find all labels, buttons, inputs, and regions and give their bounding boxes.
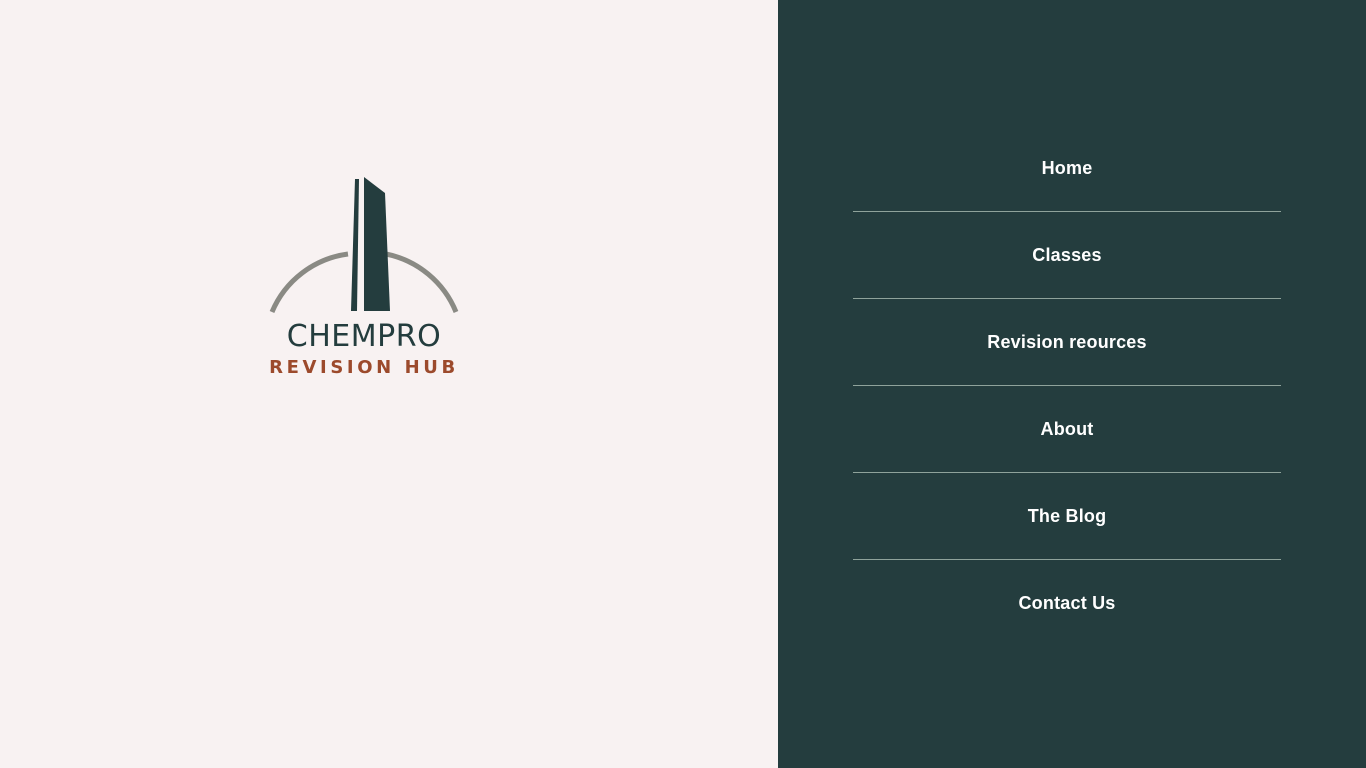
nav-item-label[interactable]: Home [1042, 158, 1093, 179]
tower-arch-logo-icon [269, 177, 459, 313]
nav-item-label[interactable]: About [1041, 419, 1094, 440]
arch-left-shape [269, 251, 349, 313]
nav-item-label[interactable]: Revision reources [987, 332, 1146, 353]
navigation-panel: Home Classes Revision reources About The… [778, 0, 1366, 768]
arch-right-shape [385, 251, 459, 313]
thin-pillar-shape [351, 179, 359, 311]
nav-item-label[interactable]: The Blog [1028, 506, 1107, 527]
nav-item-classes[interactable]: Classes [853, 212, 1281, 299]
nav-item-contact[interactable]: Contact Us [853, 560, 1281, 646]
nav-item-about[interactable]: About [853, 386, 1281, 473]
nav-item-label[interactable]: Contact Us [1018, 593, 1115, 614]
nav-item-label[interactable]: Classes [1032, 245, 1101, 266]
logo-subtitle: REVISION HUB [269, 357, 459, 378]
brand-panel: CHEMPRO REVISION HUB [0, 0, 778, 768]
page: CHEMPRO REVISION HUB Home Classes Revisi… [0, 0, 1366, 768]
nav-item-blog[interactable]: The Blog [853, 473, 1281, 560]
tower-shape [364, 177, 390, 311]
nav-item-home[interactable]: Home [853, 125, 1281, 212]
logo-title: CHEMPRO [286, 319, 442, 354]
nav-item-revision-resources[interactable]: Revision reources [853, 299, 1281, 386]
site-logo[interactable]: CHEMPRO REVISION HUB [262, 176, 466, 378]
main-nav: Home Classes Revision reources About The… [853, 125, 1281, 646]
